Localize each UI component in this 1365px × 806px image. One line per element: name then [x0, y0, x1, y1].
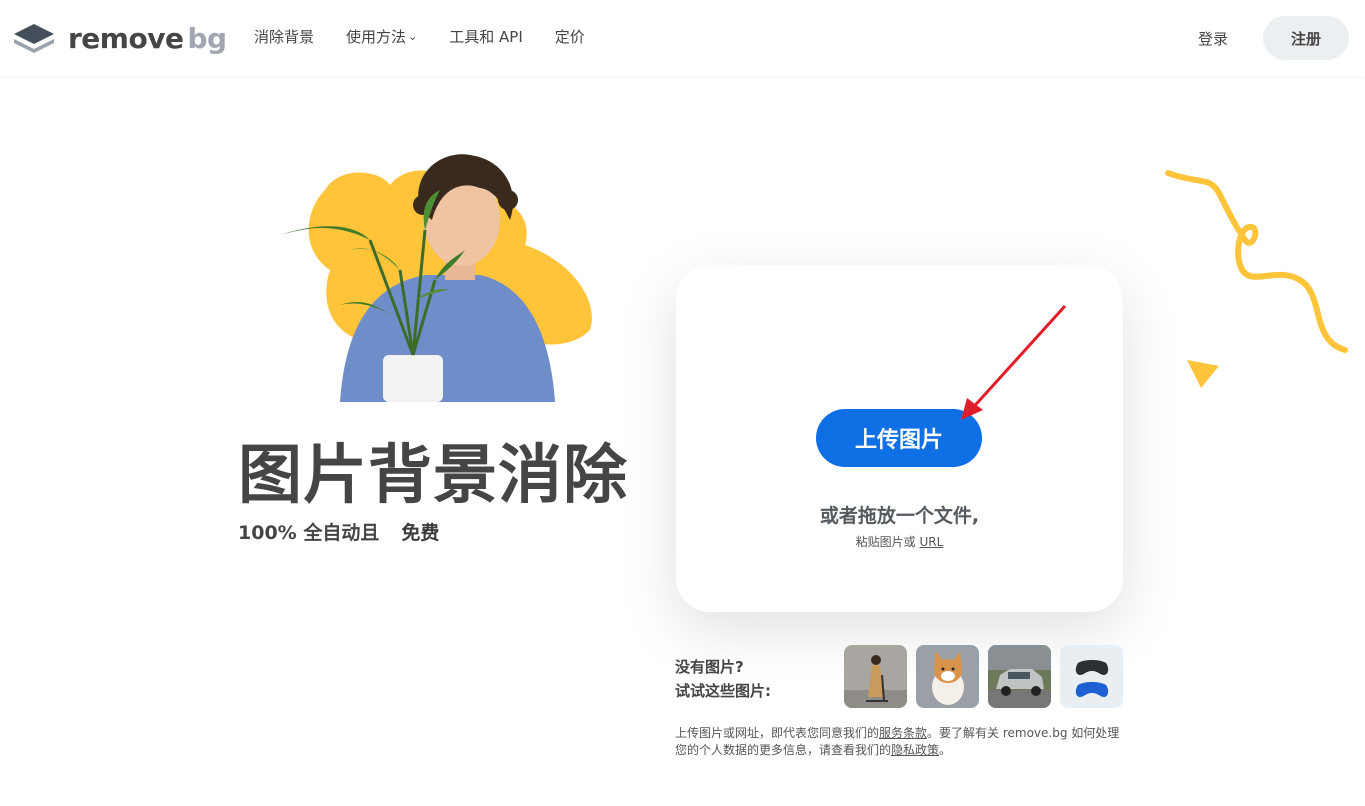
yellow-triangle-decoration — [1187, 360, 1219, 388]
nav-remove-bg[interactable]: 消除背景 — [254, 26, 314, 47]
sample-images — [844, 645, 1132, 708]
url-link[interactable]: URL — [920, 535, 944, 549]
woman-scooter-photo-icon — [844, 645, 907, 708]
terms-link[interactable]: 服务条款 — [879, 726, 927, 740]
legal-notice: 上传图片或网址，即代表您同意我们的服务条款。要了解有关 remove.bg 如何… — [675, 726, 1120, 757]
corgi-dog-photo-icon — [916, 645, 979, 708]
privacy-link[interactable]: 隐私政策 — [891, 743, 939, 757]
sample-car[interactable] — [988, 645, 1051, 708]
sample-corgi[interactable] — [916, 645, 979, 708]
nav-pricing[interactable]: 定价 — [555, 26, 585, 47]
yellow-squiggle-decoration — [1165, 170, 1348, 353]
logo-layers-icon — [14, 24, 54, 53]
sample-prompt: 没有图片? 试试这些图片: — [675, 658, 771, 700]
main-nav: 消除背景 使用方法 ⌄ 工具和 API 定价 — [254, 26, 617, 47]
login-link[interactable]: 登录 — [1198, 28, 1228, 49]
hero-subtitle: 100% 全自动且 免费 — [238, 515, 459, 547]
paste-hint: 粘贴图片或 URL — [855, 535, 944, 549]
nav-tools-api[interactable]: 工具和 API — [449, 26, 523, 47]
hero-person-with-plant-image — [280, 154, 592, 402]
sample-controllers[interactable] — [1060, 645, 1123, 708]
car-photo-icon — [988, 645, 1051, 708]
drop-file-text: 或者拖放一个文件, — [819, 505, 980, 527]
hero-title: 图片背景消除 — [238, 439, 628, 513]
signup-button[interactable]: 注册 — [1263, 16, 1349, 60]
free-badge: 免费 — [382, 515, 459, 547]
nav-how-to-use[interactable]: 使用方法 ⌄ — [346, 26, 417, 47]
sample-woman-scooter[interactable] — [844, 645, 907, 708]
red-arrow-annotation — [961, 304, 1067, 420]
removebg-logo[interactable]: remove bg — [12, 20, 227, 56]
logo-text-remove: remove — [68, 21, 184, 55]
game-controllers-photo-icon — [1060, 645, 1123, 708]
chevron-down-icon: ⌄ — [408, 30, 418, 43]
top-header: remove bg 消除背景 使用方法 ⌄ 工具和 API 定价 登录 注册 — [0, 0, 1365, 76]
logo-text-bg: bg — [187, 21, 227, 55]
